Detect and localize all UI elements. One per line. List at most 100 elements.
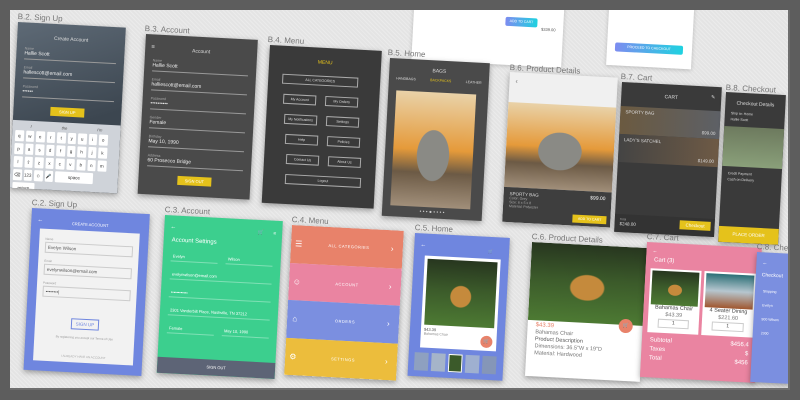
return-key[interactable]: return — [12, 181, 35, 194]
key[interactable]: z — [34, 157, 44, 169]
key[interactable]: s — [35, 144, 45, 156]
tab-handbags[interactable]: HANDBAGS — [396, 76, 416, 81]
key[interactable]: a — [24, 143, 34, 155]
menu-logout[interactable]: Logout — [284, 173, 362, 188]
menu-all-categories[interactable]: ☰ ALL CATEGORIES › — [290, 225, 404, 269]
key[interactable]: w — [25, 130, 35, 142]
thumbnail[interactable] — [447, 353, 463, 373]
key[interactable]: j — [87, 146, 97, 159]
key[interactable]: h — [77, 146, 87, 158]
key[interactable]: l — [13, 155, 23, 168]
back-arrow-icon[interactable]: ← — [37, 217, 43, 223]
birthday-field[interactable]: May 10, 1990 — [221, 326, 270, 339]
last-name-field[interactable]: Wilson — [225, 254, 273, 267]
key[interactable]: y — [67, 132, 77, 145]
menu-icon[interactable]: ≡ — [273, 231, 276, 237]
payment-option[interactable]: Cash on Delivery — [727, 176, 775, 185]
back-arrow-icon[interactable]: ← — [652, 248, 657, 254]
menu-account[interactable]: ☺ ACCOUNT › — [288, 262, 402, 306]
email-field[interactable]: Email hallescott@email.com — [23, 65, 116, 84]
key[interactable]: x — [44, 157, 54, 170]
key[interactable]: i — [88, 133, 98, 146]
thumbnail[interactable] — [464, 354, 480, 374]
cart-item[interactable]: LADY'S SATCHEL $149.00 — [617, 133, 720, 168]
menu-contact-us[interactable]: Contact Us — [285, 154, 320, 166]
key[interactable]: u — [77, 133, 87, 145]
key[interactable]: m — [97, 160, 107, 172]
key[interactable]: o — [98, 134, 108, 146]
email-field[interactable]: Email halliescott@email.com — [151, 77, 248, 96]
add-to-cart-button[interactable]: ADD TO CART — [505, 16, 538, 28]
menu-policies[interactable]: Policies — [326, 136, 361, 148]
menu-orders[interactable]: ⌂ ORDERS › — [286, 299, 400, 344]
menu-settings[interactable]: Settings — [325, 116, 360, 128]
tab-backpacks[interactable]: BACKPACKS — [430, 78, 451, 83]
field[interactable]: Shipping — [763, 284, 781, 299]
sign-up-button[interactable]: SIGN UP — [70, 318, 100, 331]
cart-item[interactable]: 4 Seater Dining $221.60 1 — [701, 271, 757, 338]
field[interactable]: Evelyn — [762, 298, 780, 313]
add-to-cart-icon[interactable]: 🛒 — [480, 335, 493, 349]
terms-text[interactable]: By registering you accept our Terms of U… — [40, 334, 128, 343]
menu-settings[interactable]: ⚙ SETTINGS › — [284, 337, 398, 381]
quantity-stepper[interactable]: 1 — [711, 321, 744, 332]
email-field[interactable]: evelynwilson@email.com — [169, 269, 273, 285]
birthday-field[interactable]: Birthday May 10, 1990 — [148, 134, 245, 153]
sign-up-button[interactable]: SIGN UP — [50, 106, 85, 118]
key[interactable]: p — [14, 142, 24, 155]
cart-icon[interactable]: 🛒 — [488, 249, 493, 254]
key[interactable]: q — [14, 130, 24, 142]
key[interactable]: k — [97, 147, 108, 159]
key[interactable]: g — [66, 145, 76, 158]
menu-all-categories[interactable]: ALL CATEGORIES — [281, 73, 359, 88]
address-field[interactable]: 2301 Vanderbilt Place, Nashville, TN 372… — [167, 305, 271, 321]
edit-icon[interactable]: ✎ — [711, 95, 716, 101]
thumbnail[interactable] — [481, 355, 497, 375]
gender-field[interactable]: Gender Female — [149, 115, 246, 134]
menu-my-account[interactable]: My Account — [282, 93, 317, 106]
product-image[interactable] — [390, 90, 477, 210]
password-field[interactable]: •••••••••••• — [168, 287, 272, 303]
thumbnail[interactable] — [430, 353, 446, 372]
key[interactable]: e — [35, 131, 45, 143]
first-name-field[interactable]: Evelyn — [170, 251, 219, 264]
emoji-key[interactable]: ☺ — [33, 170, 43, 182]
tab-leather[interactable]: LEATHER — [466, 80, 482, 85]
login-link[interactable]: I ALREADY HAVE AN ACCOUNT — [33, 352, 133, 361]
menu-my-notifications[interactable]: My Notifications — [283, 113, 318, 126]
shift-key[interactable]: ⇧ — [23, 156, 33, 168]
numbers-key[interactable]: 123 — [23, 169, 33, 181]
suggestion[interactable]: I'm — [97, 127, 102, 132]
name-field[interactable]: Name Hallie Scott — [24, 46, 117, 65]
back-arrow-icon[interactable]: ← — [420, 242, 426, 248]
hamburger-icon[interactable]: ≡ — [151, 44, 155, 50]
suggestion[interactable]: I — [30, 124, 31, 129]
sign-out-button[interactable]: SIGN OUT — [177, 175, 212, 187]
key[interactable]: f — [56, 145, 66, 157]
name-field[interactable]: Name Hallie Scott — [152, 58, 249, 77]
key[interactable]: n — [86, 159, 96, 172]
cart-icon[interactable]: 🛒 — [258, 230, 265, 236]
back-icon[interactable]: ‹ — [515, 78, 518, 85]
suggestion[interactable]: the — [62, 125, 68, 130]
menu-help[interactable]: Help — [284, 133, 319, 146]
checkout-button[interactable]: Checkout — [679, 220, 711, 231]
field[interactable]: 2300 — [760, 326, 778, 341]
menu-my-orders[interactable]: My Orders — [324, 95, 359, 108]
add-to-cart-button[interactable]: ADD TO CART — [572, 214, 607, 225]
mic-key[interactable]: 🎤 — [44, 170, 54, 183]
menu-about-us[interactable]: About Us — [327, 156, 362, 168]
address-field[interactable]: Address 60 Prosecco Bridge — [147, 153, 244, 172]
field[interactable]: 900 Wilson — [761, 312, 779, 327]
key[interactable]: c — [55, 158, 65, 170]
sign-out-button[interactable]: SIGN OUT — [156, 356, 276, 379]
key[interactable]: d — [45, 144, 55, 157]
back-arrow-icon[interactable]: ← — [170, 224, 176, 230]
key[interactable]: t — [56, 132, 66, 144]
product-card[interactable]: $43.39 Bahamas Chair 🛒 — [420, 255, 501, 352]
password-field[interactable]: Password •••••• — [22, 84, 115, 103]
cart-item[interactable]: Bahamas Chair $43.39 1 — [647, 268, 702, 335]
quantity-stepper[interactable]: 1 — [657, 318, 689, 329]
backspace-key[interactable]: ⌫ — [12, 168, 22, 181]
password-field[interactable]: Password •••••••••• — [150, 96, 247, 115]
